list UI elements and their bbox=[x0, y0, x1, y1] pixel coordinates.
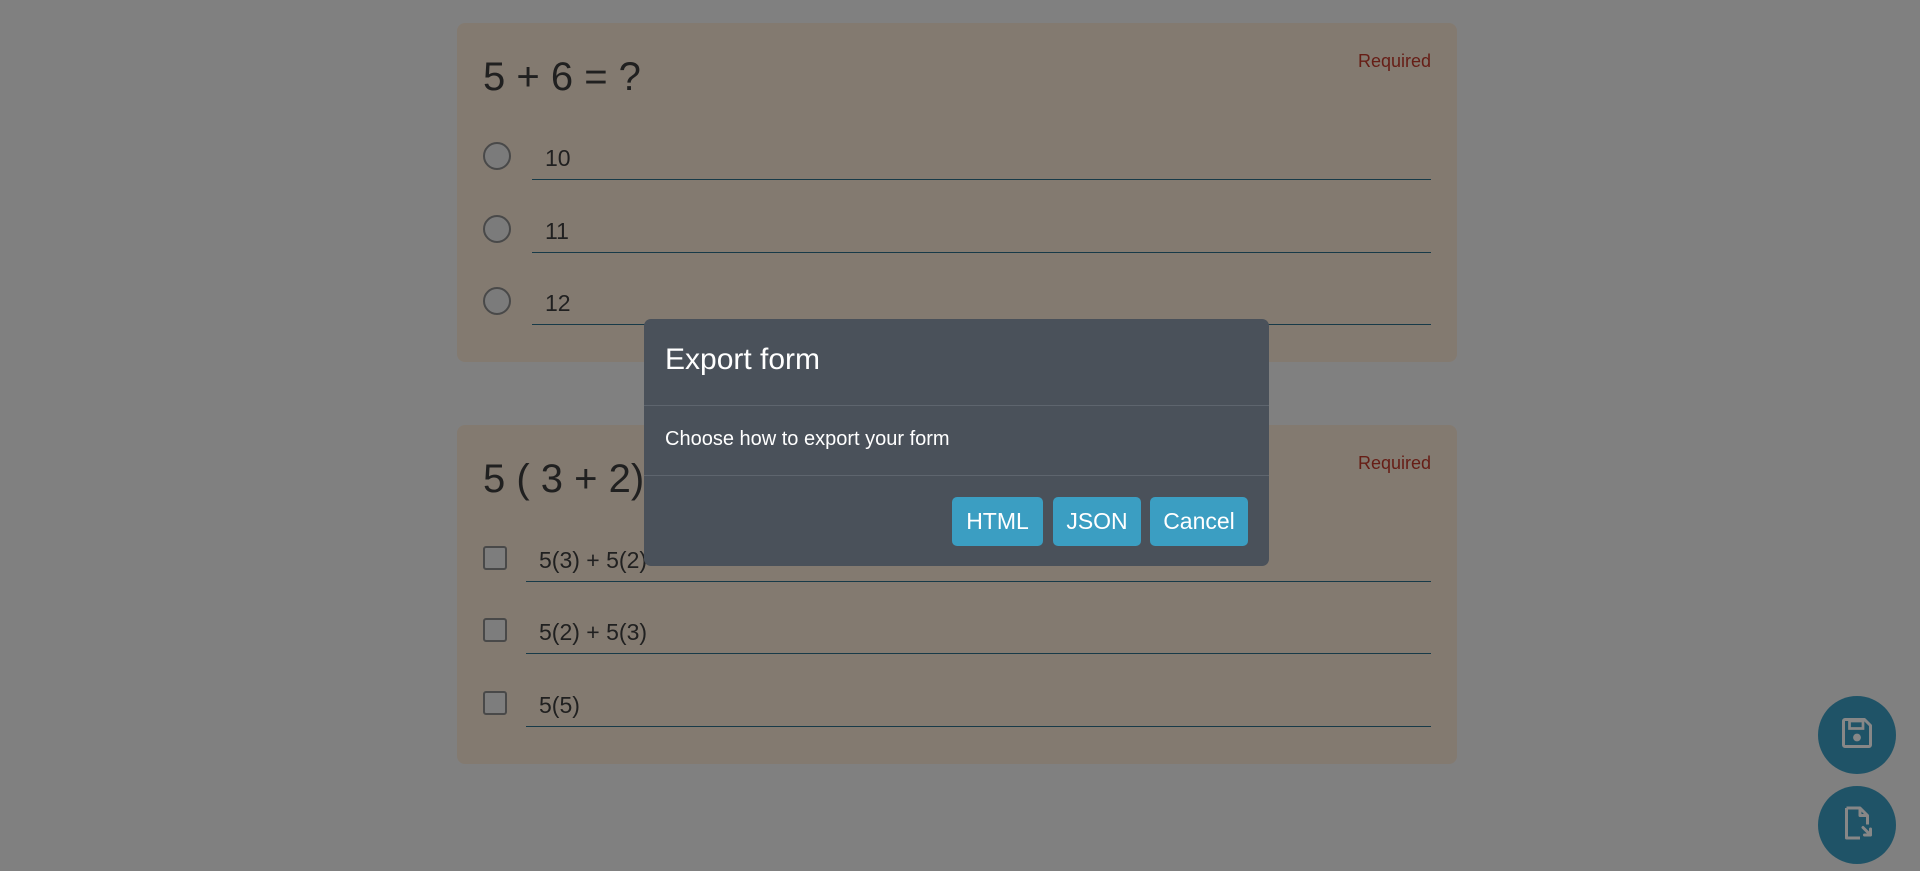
export-html-button[interactable]: HTML bbox=[952, 497, 1043, 546]
dialog-footer: HTML JSON Cancel bbox=[644, 476, 1269, 566]
dialog-header: Export form bbox=[644, 319, 1269, 406]
export-dialog: Export form Choose how to export your fo… bbox=[644, 319, 1269, 566]
dialog-message: Choose how to export your form bbox=[665, 428, 950, 450]
cancel-button[interactable]: Cancel bbox=[1150, 497, 1248, 546]
export-json-button[interactable]: JSON bbox=[1053, 497, 1141, 546]
dialog-title: Export form bbox=[665, 343, 821, 376]
dialog-body: Choose how to export your form bbox=[644, 405, 1269, 476]
